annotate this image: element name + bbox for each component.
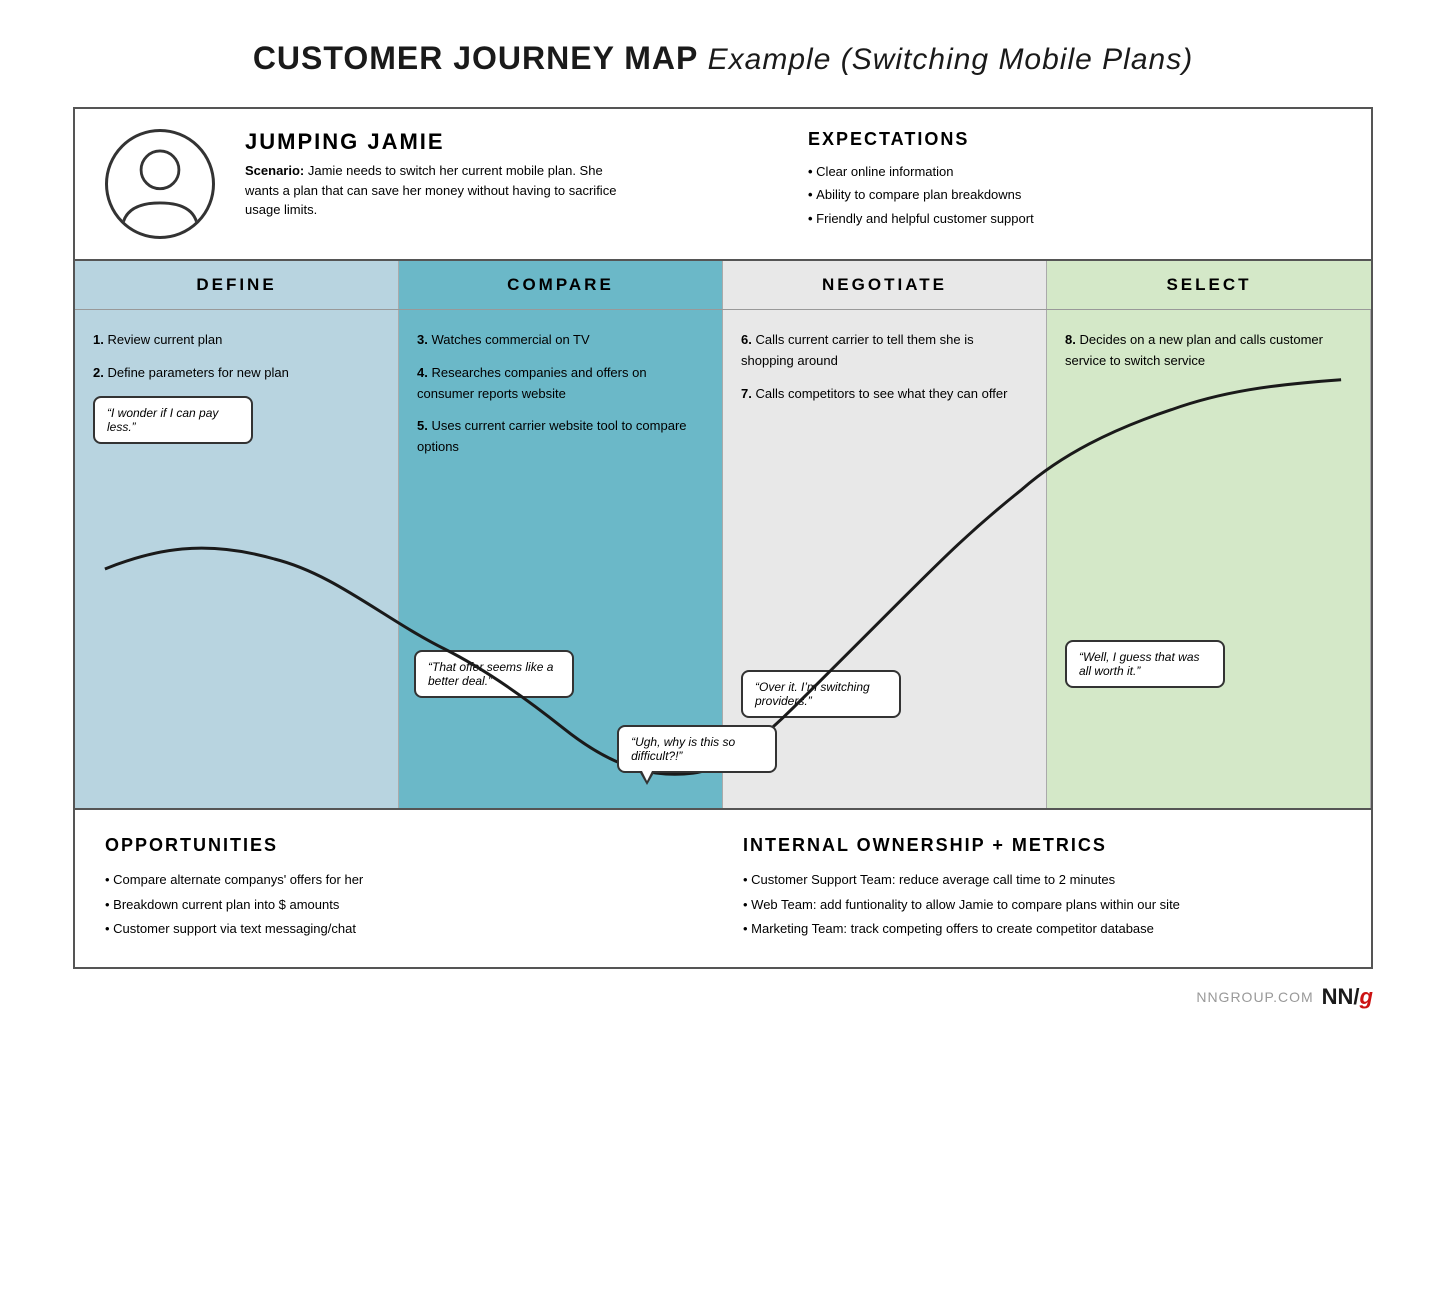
expectations-list: Clear online information Ability to comp…: [808, 160, 1341, 230]
journey-content: 1. Review current plan 2. Define paramet…: [75, 310, 1371, 810]
step-1: 1. Review current plan: [93, 330, 380, 351]
branding-logo: NN/g: [1322, 984, 1373, 1010]
expectations-section: EXPECTATIONS Clear online information Ab…: [808, 129, 1341, 230]
step-7: 7. Calls competitors to see what they ca…: [741, 384, 1028, 405]
metrics: INTERNAL OWNERSHIP + METRICS Customer Su…: [743, 835, 1341, 942]
metrics-title: INTERNAL OWNERSHIP + METRICS: [743, 835, 1341, 856]
title-sub: Example (Switching Mobile Plans): [708, 43, 1194, 76]
bubble-negotiate: “Over it. I’m switching providers.”: [741, 670, 901, 718]
branding-nn: NN: [1322, 984, 1354, 1009]
speech-bubble-compare-2: “Ugh, why is this so difficult?!”: [617, 725, 777, 773]
page-title: CUSTOMER JOURNEY MAP Example (Switching …: [253, 40, 1193, 77]
branding: NNGROUP.COM NN/g: [73, 984, 1373, 1010]
main-container: JUMPING JAMIE Scenario: Jamie needs to s…: [73, 107, 1373, 969]
step-2: 2. Define parameters for new plan: [93, 363, 380, 384]
branding-g: g: [1360, 984, 1373, 1009]
speech-bubble-define: “I wonder if I can pay less.”: [93, 396, 253, 444]
speech-bubble-compare-1: “That offer seems like a better deal.”: [414, 650, 574, 698]
opportunities-list: Compare alternate companys' offers for h…: [105, 868, 703, 942]
opportunity-1: Compare alternate companys' offers for h…: [105, 868, 703, 893]
phase-header-select: SELECT: [1047, 261, 1371, 309]
phase-header-negotiate: NEGOTIATE: [723, 261, 1047, 309]
speech-bubble-select: “Well, I guess that was all worth it.”: [1065, 640, 1225, 688]
persona-avatar: [105, 129, 215, 239]
expectations-title: EXPECTATIONS: [808, 129, 1341, 150]
step-4: 4. Researches companies and offers on co…: [417, 363, 704, 405]
step-5: 5. Uses current carrier website tool to …: [417, 416, 704, 458]
opportunities: OPPORTUNITIES Compare alternate companys…: [105, 835, 703, 942]
step-8: 8. Decides on a new plan and calls custo…: [1065, 330, 1352, 372]
expectation-3: Friendly and helpful customer support: [808, 207, 1341, 230]
step-3: 3. Watches commercial on TV: [417, 330, 704, 351]
persona-name: JUMPING JAMIE: [245, 129, 778, 155]
opportunity-3: Customer support via text messaging/chat: [105, 917, 703, 942]
persona-scenario: Scenario: Jamie needs to switch her curr…: [245, 161, 625, 220]
scenario-label: Scenario:: [245, 163, 304, 178]
phase-header-compare: COMPARE: [399, 261, 723, 309]
metric-1: Customer Support Team: reduce average ca…: [743, 868, 1341, 893]
opportunity-2: Breakdown current plan into $ amounts: [105, 893, 703, 918]
branding-url: NNGROUP.COM: [1196, 989, 1313, 1005]
journey-column-select: 8. Decides on a new plan and calls custo…: [1047, 310, 1371, 808]
phases-header: DEFINE COMPARE NEGOTIATE SELECT: [75, 261, 1371, 310]
persona-section: JUMPING JAMIE Scenario: Jamie needs to s…: [75, 109, 1371, 261]
bubble-compare-2: “Ugh, why is this so difficult?!”: [617, 725, 777, 773]
opportunities-title: OPPORTUNITIES: [105, 835, 703, 856]
speech-bubble-negotiate: “Over it. I’m switching providers.”: [741, 670, 901, 718]
metrics-list: Customer Support Team: reduce average ca…: [743, 868, 1341, 942]
bottom-section: OPPORTUNITIES Compare alternate companys…: [75, 810, 1371, 967]
title-main: CUSTOMER JOURNEY MAP: [253, 40, 698, 76]
phase-header-define: DEFINE: [75, 261, 399, 309]
expectation-2: Ability to compare plan breakdowns: [808, 183, 1341, 206]
step-6: 6. Calls current carrier to tell them sh…: [741, 330, 1028, 372]
expectation-1: Clear online information: [808, 160, 1341, 183]
bubble-define: “I wonder if I can pay less.”: [93, 396, 380, 444]
journey-column-define: 1. Review current plan 2. Define paramet…: [75, 310, 399, 808]
metric-3: Marketing Team: track competing offers t…: [743, 917, 1341, 942]
metric-2: Web Team: add funtionality to allow Jami…: [743, 893, 1341, 918]
bubble-compare-1: “That offer seems like a better deal.”: [414, 650, 574, 698]
persona-info: JUMPING JAMIE Scenario: Jamie needs to s…: [245, 129, 778, 220]
bubble-select: “Well, I guess that was all worth it.”: [1065, 640, 1225, 688]
